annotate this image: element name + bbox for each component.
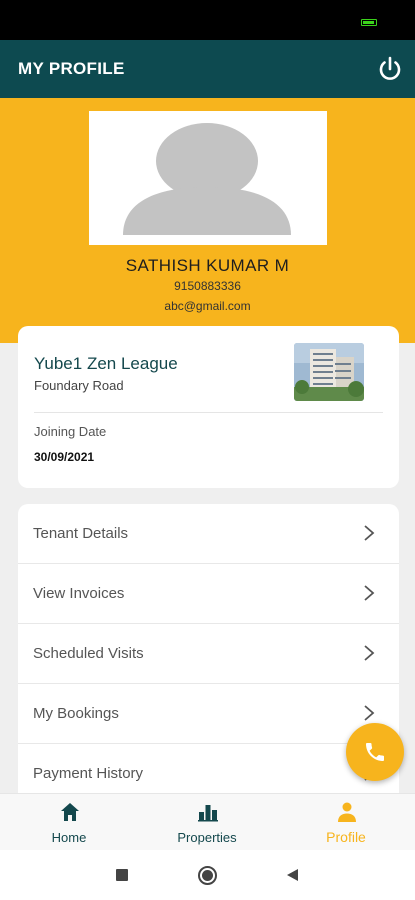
recent-apps-icon[interactable]	[116, 869, 128, 881]
joining-date-value: 30/09/2021	[34, 450, 95, 464]
nav-profile[interactable]: Profile	[277, 794, 415, 851]
property-address: Foundary Road	[34, 378, 124, 393]
bar-chart-icon	[198, 805, 218, 822]
nav-home[interactable]: Home	[0, 794, 138, 851]
menu-item-view-invoices[interactable]: View Invoices	[18, 564, 399, 624]
nav-label: Profile	[326, 829, 366, 845]
system-navigation-bar	[0, 850, 415, 900]
menu-item-label: View Invoices	[33, 585, 125, 602]
chevron-right-icon	[364, 585, 375, 601]
menu-item-scheduled-visits[interactable]: Scheduled Visits	[18, 624, 399, 684]
nav-label: Properties	[177, 830, 237, 845]
power-icon[interactable]	[375, 54, 405, 84]
property-image[interactable]	[294, 343, 364, 401]
bottom-navigation: Home Properties Profile	[0, 793, 415, 850]
page-title: MY PROFILE	[18, 59, 125, 78]
menu-item-label: Tenant Details	[33, 525, 129, 542]
menu-item-tenant-details[interactable]: Tenant Details	[18, 504, 399, 564]
menu-item-label: Scheduled Visits	[33, 645, 144, 662]
menu-item-label: My Bookings	[33, 705, 119, 722]
chevron-right-icon	[364, 645, 375, 661]
back-icon[interactable]	[287, 869, 298, 881]
property-card[interactable]: Yube1 Zen League Foundary Road Joining D…	[18, 326, 399, 488]
phone-icon	[366, 743, 384, 761]
user-name: SATHISH KUMAR M	[125, 256, 290, 275]
app-bar: MY PROFILE	[0, 40, 415, 98]
menu-item-label: Payment History	[33, 765, 144, 782]
avatar[interactable]	[89, 111, 327, 245]
person-placeholder-icon	[123, 123, 291, 235]
profile-header: SATHISH KUMAR M 9150883336 abc@gmail.com	[0, 98, 415, 343]
person-icon	[338, 802, 356, 822]
home-system-icon[interactable]	[198, 866, 217, 885]
user-email: abc@gmail.com	[164, 299, 251, 313]
card-divider	[34, 412, 383, 413]
call-button[interactable]	[346, 723, 404, 781]
chevron-right-icon	[364, 705, 375, 721]
nav-label: Home	[51, 830, 87, 845]
nav-properties[interactable]: Properties	[138, 794, 276, 851]
joining-date-label: Joining Date	[34, 424, 107, 439]
property-name: Yube1 Zen League	[34, 354, 178, 373]
user-phone: 9150883336	[174, 279, 241, 293]
menu-item-my-bookings[interactable]: My Bookings	[18, 684, 399, 744]
home-icon	[61, 803, 79, 821]
status-bar	[0, 0, 415, 40]
battery-icon	[361, 19, 377, 26]
menu-list: Tenant Details View Invoices Scheduled V…	[18, 504, 399, 804]
chevron-right-icon	[364, 525, 375, 541]
